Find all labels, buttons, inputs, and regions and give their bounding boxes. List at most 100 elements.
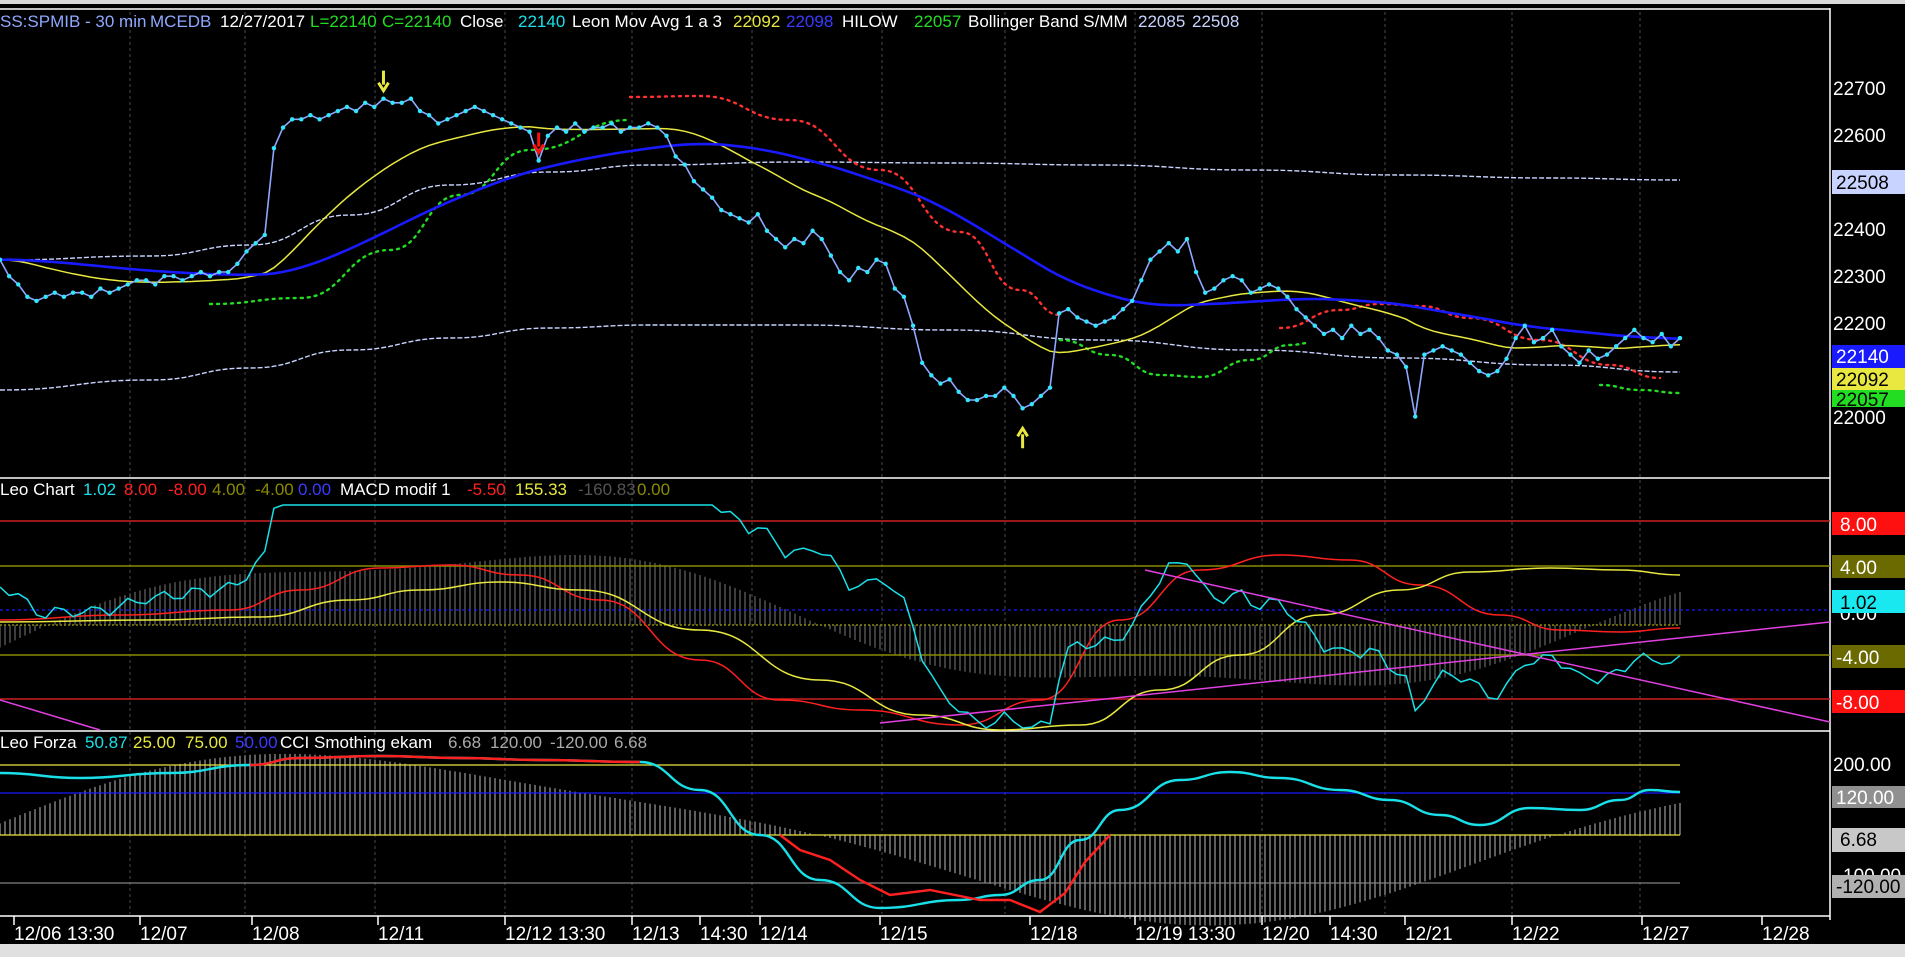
price-point: [1413, 414, 1418, 419]
price-point: [1431, 348, 1436, 353]
price-point: [1394, 352, 1400, 357]
price-point: [1449, 348, 1454, 353]
price-point: [198, 269, 204, 275]
price-point: [299, 117, 304, 122]
window-top-edge: [0, 0, 1905, 4]
price-point: [180, 278, 185, 283]
price-point: [1376, 335, 1381, 341]
price-point: [481, 108, 487, 114]
price-point: [1440, 344, 1445, 349]
price-point: [1056, 311, 1062, 316]
time-label: 12/22: [1512, 924, 1560, 945]
price-point: [1212, 286, 1217, 291]
price-point: [1321, 331, 1327, 337]
price-point: [1129, 298, 1135, 304]
price-point: [1148, 257, 1153, 262]
price-point: [983, 393, 989, 399]
price-point: [1358, 331, 1363, 337]
price-point: [518, 125, 523, 130]
price-point: [919, 360, 925, 366]
price-point: [1339, 335, 1345, 341]
price-point: [691, 179, 697, 184]
price-tick: 22200: [1833, 314, 1886, 335]
cci-tick-200: 200.00: [1833, 755, 1891, 776]
price-point: [280, 125, 286, 130]
price-point: [1120, 307, 1126, 312]
price-point: [1102, 319, 1107, 324]
price-point: [308, 112, 313, 118]
price-point: [609, 121, 614, 126]
price-point: [956, 389, 961, 394]
price-point: [1495, 368, 1500, 374]
price-point: [728, 212, 733, 217]
price-point: [700, 187, 706, 192]
price-point: [1312, 323, 1317, 328]
time-label: 12/12 13:30: [505, 924, 605, 945]
price-point: [426, 112, 432, 118]
price-point: [764, 228, 770, 233]
time-label: 12/11: [378, 924, 424, 945]
badge-cci-text: 6.68: [1840, 830, 1877, 851]
price-point: [1641, 335, 1646, 341]
price-point: [107, 290, 112, 295]
price-point: [865, 269, 870, 275]
price-point: [1367, 327, 1372, 333]
price-point: [1029, 401, 1034, 407]
price-point: [1668, 344, 1674, 349]
price-point: [600, 125, 605, 130]
time-label: 12/19 13:30: [1135, 924, 1235, 945]
price-point: [399, 100, 404, 105]
price-point: [1659, 331, 1664, 337]
price-point: [1038, 393, 1044, 399]
price-point: [1385, 348, 1391, 353]
badge-level-minus4-text: -4.00: [1836, 648, 1879, 669]
price-point: [591, 125, 596, 130]
time-label: 12/13: [632, 924, 680, 945]
price-point: [162, 273, 167, 279]
price-point: [16, 282, 21, 287]
price-point: [271, 145, 277, 151]
price-point: [837, 269, 843, 275]
price-point: [344, 104, 350, 110]
price-point: [335, 108, 341, 114]
price-point: [1522, 323, 1527, 328]
price-point: [34, 298, 39, 304]
price-point: [189, 273, 194, 279]
price-point: [1020, 406, 1025, 411]
price-point: [1650, 340, 1655, 345]
badge-mov-avg-text: 22092: [1836, 370, 1889, 391]
price-point: [235, 261, 240, 266]
chart-window[interactable]: SS:SPMIB - 30 min MCEDB 12/27/2017 L=221…: [0, 0, 1905, 957]
price-point: [1075, 315, 1080, 320]
price-point: [636, 125, 642, 130]
price-point: [828, 253, 834, 258]
price-point: [98, 286, 103, 291]
badge-level-4-text: 4.00: [1840, 558, 1877, 579]
price-point: [1467, 360, 1473, 366]
price-point: [582, 129, 587, 134]
price-point: [125, 282, 131, 287]
price-point: [1559, 344, 1564, 349]
time-label: 12/14: [760, 924, 808, 945]
price-point: [1613, 344, 1619, 349]
price-point: [810, 228, 815, 233]
time-label: 12/18: [1030, 924, 1078, 945]
price-point: [70, 290, 76, 295]
price-point: [262, 232, 267, 238]
price-point: [746, 220, 751, 225]
price-point: [563, 129, 569, 134]
price-point: [664, 133, 669, 139]
time-label: 12/08: [252, 924, 300, 945]
price-point: [965, 397, 971, 403]
badge-cci-120-text: 120.00: [1836, 788, 1894, 809]
price-point: [1577, 360, 1582, 366]
price-point: [216, 269, 222, 275]
price-point: [801, 240, 806, 246]
price-point: [1175, 249, 1181, 254]
badge-level-minus8-text: -8.00: [1836, 693, 1879, 714]
badge-close-text: 22140: [1836, 347, 1889, 368]
price-point: [1330, 327, 1336, 333]
price-point: [207, 273, 213, 279]
badge-level-8-text: 8.00: [1840, 515, 1877, 536]
price-point: [709, 195, 715, 200]
